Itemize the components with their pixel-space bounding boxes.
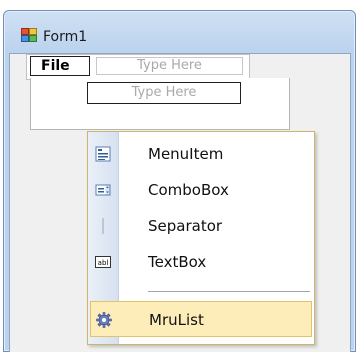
gear-icon: [96, 312, 112, 328]
separator-icon: [102, 218, 104, 234]
menu-item-menuitem[interactable]: MenuItem: [88, 136, 314, 172]
menu-item-label: MruList: [149, 311, 204, 329]
svg-text:abl: abl: [98, 259, 109, 267]
menu-item-combobox[interactable]: ComboBox: [88, 172, 314, 208]
menuitem-icon: [95, 146, 111, 162]
type-here-sub-placeholder[interactable]: Type Here: [87, 82, 241, 104]
menu-item-mrulist[interactable]: MruList: [90, 301, 312, 337]
menu-item-label: MenuItem: [148, 145, 224, 163]
menu-item-label: TextBox: [148, 253, 207, 271]
combobox-icon: [95, 184, 111, 196]
window-title: Form1: [43, 29, 88, 45]
winform-icon: [21, 28, 37, 42]
menu-item-separator[interactable]: Separator: [88, 208, 314, 244]
textbox-icon: abl: [95, 256, 111, 268]
menu-item-label: ComboBox: [148, 181, 229, 199]
menu-separator: [148, 291, 310, 293]
menu-item-label: Separator: [148, 217, 223, 235]
title-bar[interactable]: Form1: [4, 11, 355, 56]
type-here-top-placeholder[interactable]: Type Here: [96, 57, 243, 75]
menu-file[interactable]: File: [30, 56, 90, 76]
menu-item-textbox[interactable]: abl TextBox: [88, 244, 314, 280]
add-item-popup-menu: MenuItem ComboBox Separator abl TextBox: [87, 131, 315, 345]
